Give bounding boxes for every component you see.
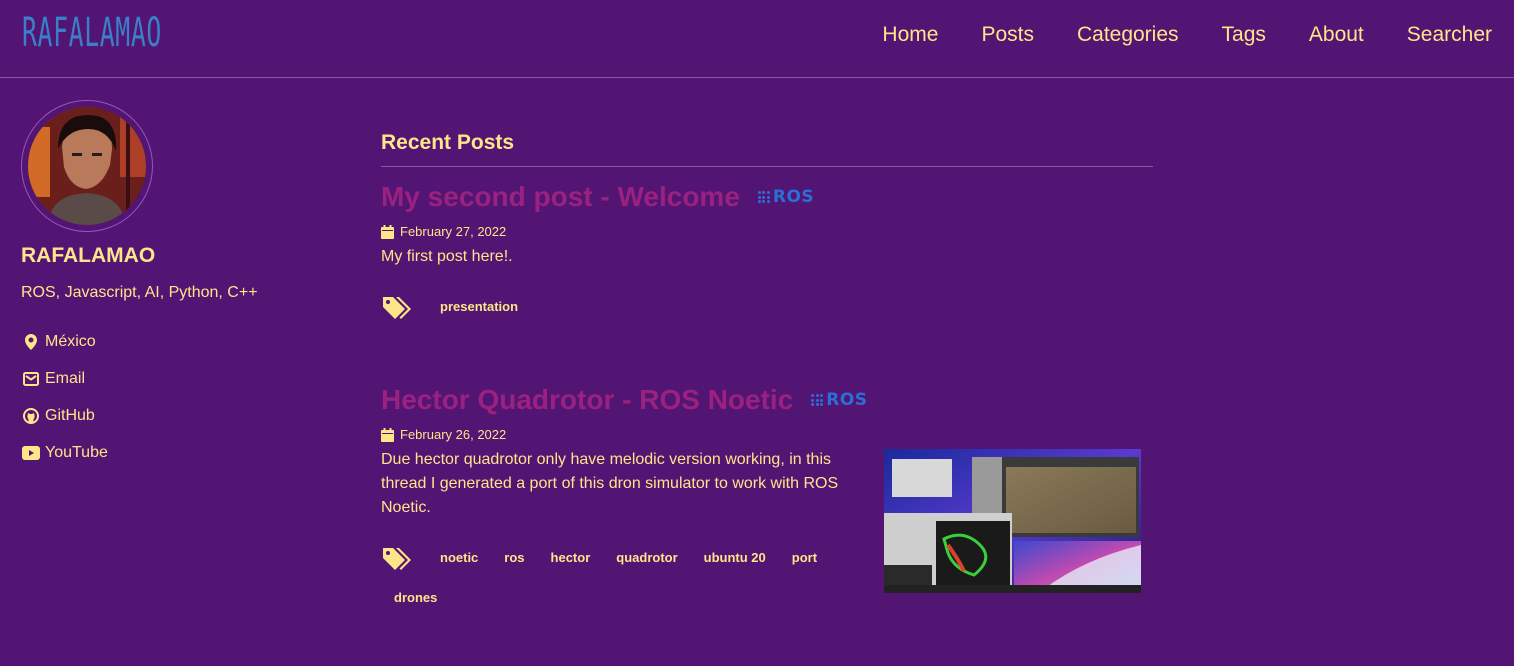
author-link-location: México: [21, 332, 108, 352]
location-label: México: [45, 333, 96, 350]
post-title-row: Hector Quadrotor - ROS Noetic ROS: [381, 384, 1153, 416]
post-excerpt: Due hector quadrotor only have melodic v…: [381, 451, 839, 516]
email-link[interactable]: Email: [45, 370, 85, 388]
tag-link[interactable]: ros: [504, 538, 524, 578]
nav-home[interactable]: Home: [882, 0, 938, 70]
github-link[interactable]: GitHub: [45, 407, 95, 425]
nav-categories[interactable]: Categories: [1077, 0, 1179, 70]
nav-searcher[interactable]: Searcher: [1407, 0, 1492, 70]
author-bio: ROS, Javascript, AI, Python, C++: [21, 284, 258, 301]
author-avatar: [21, 100, 153, 232]
post-item: My second post - Welcome ROS February 27…: [381, 181, 1153, 327]
date-label: February 27, 2022: [400, 224, 507, 239]
ros-category-badge[interactable]: ROS: [811, 390, 867, 410]
post-title-link[interactable]: My second post - Welcome: [381, 181, 740, 213]
post-title-row: My second post - Welcome ROS: [381, 181, 1153, 213]
github-icon: [21, 407, 41, 425]
tag-link[interactable]: presentation: [440, 287, 518, 327]
nav-tags[interactable]: Tags: [1222, 0, 1266, 70]
author-link-github[interactable]: GitHub: [21, 406, 108, 426]
calendar-icon: [381, 224, 394, 239]
ros-logo-icon: [811, 394, 824, 406]
calendar-icon: [381, 427, 394, 442]
tags-icon: [381, 293, 427, 321]
tag-link[interactable]: ubuntu 20: [704, 538, 766, 578]
category-label: ROS: [826, 390, 868, 410]
nav-about[interactable]: About: [1309, 0, 1364, 70]
main-nav: Home Posts Categories Tags About Searche…: [882, 0, 1514, 70]
tags-icon: [381, 544, 427, 572]
site-header: RAFALAMAO Home Posts Categories Tags Abo…: [0, 0, 1514, 78]
post-item: Hector Quadrotor - ROS Noetic ROS Februa…: [381, 384, 1153, 618]
nav-posts[interactable]: Posts: [981, 0, 1034, 70]
author-name: RAFALAMAO: [21, 244, 156, 267]
map-marker-icon: [21, 333, 41, 351]
tag-link[interactable]: quadrotor: [616, 538, 677, 578]
site-logo[interactable]: RAFALAMAO: [22, 12, 161, 54]
post-title-link[interactable]: Hector Quadrotor - ROS Noetic: [381, 384, 793, 416]
date-label: February 26, 2022: [400, 427, 507, 442]
envelope-icon: [21, 370, 41, 388]
recent-posts: Recent Posts My second post - Welcome RO…: [381, 128, 1153, 605]
author-link-youtube[interactable]: YouTube: [21, 443, 108, 463]
post-excerpt: My first post here!.: [381, 248, 513, 265]
category-label: ROS: [772, 187, 815, 207]
ros-category-badge[interactable]: ROS: [757, 187, 815, 207]
tag-link[interactable]: port: [792, 538, 817, 578]
post-date: February 26, 2022: [381, 427, 1153, 442]
section-title: Recent Posts: [381, 128, 1153, 167]
author-links: México Email GitHub YouTube: [21, 332, 108, 480]
ros-logo-icon: [757, 191, 770, 203]
tag-link[interactable]: hector: [551, 538, 591, 578]
post-date: February 27, 2022: [381, 224, 1153, 239]
tag-link[interactable]: noetic: [440, 538, 478, 578]
youtube-icon: [21, 444, 41, 462]
youtube-link[interactable]: YouTube: [45, 444, 108, 462]
post-tags: noetic ros hector quadrotor ubuntu 20 po…: [381, 538, 861, 618]
post-tags: presentation: [381, 287, 1153, 327]
author-link-email[interactable]: Email: [21, 369, 108, 389]
post-thumbnail[interactable]: [884, 449, 1141, 593]
tag-link[interactable]: drones: [394, 578, 437, 618]
